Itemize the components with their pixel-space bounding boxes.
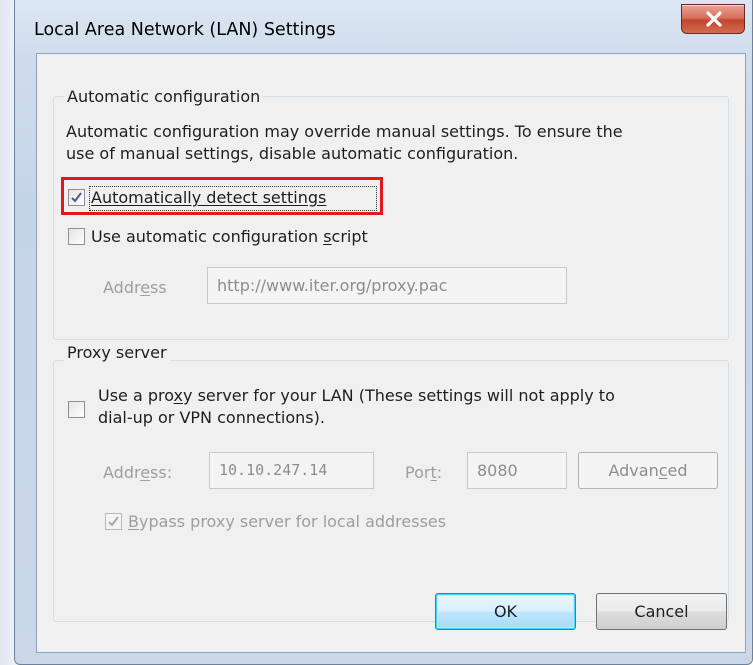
proxy-address-label-part: Addr — [103, 463, 141, 482]
dialog-title: Local Area Network (LAN) Settings — [34, 20, 336, 40]
lan-settings-dialog: Local Area Network (LAN) Settings Automa… — [14, 0, 753, 665]
use-proxy-label-part: y server for your LAN (These settings wi… — [183, 386, 615, 405]
bypass-local-checkbox[interactable] — [105, 513, 122, 530]
config-script-checkbox[interactable] — [68, 228, 85, 245]
proxy-address-label: Address: — [103, 462, 172, 483]
use-proxy-label-line1[interactable]: Use a proxy server for your LAN (These s… — [98, 385, 615, 406]
script-address-field[interactable]: http://www.iter.org/proxy.pac — [207, 267, 567, 304]
config-script-label-part: Use automatic configuration — [91, 227, 324, 246]
dialog-body: Automatic configuration Automatic config… — [36, 53, 746, 653]
proxy-port-field[interactable]: 8080 — [467, 452, 567, 489]
bypass-local-label-mnemonic: B — [128, 512, 139, 531]
use-proxy-checkbox[interactable] — [68, 401, 85, 418]
auto-config-description-line2: use of manual settings, disable automati… — [66, 144, 519, 163]
close-button[interactable] — [681, 4, 745, 34]
advanced-label-part: Advan — [608, 461, 659, 480]
script-address-label-mnemonic: e — [140, 278, 151, 297]
config-script-label[interactable]: Use automatic configuration script — [91, 226, 368, 247]
bypass-local-label-part: ypass proxy server for local addresses — [138, 512, 447, 531]
proxy-address-field[interactable]: 10.10.247.14 — [209, 452, 374, 489]
close-icon — [706, 11, 722, 27]
proxy-address-label-mnemonic: e — [140, 463, 151, 482]
proxy-server-legend: Proxy server — [64, 343, 170, 363]
config-script-label-part: cript — [331, 227, 368, 246]
use-proxy-label-mnemonic: x — [173, 386, 184, 405]
ok-button[interactable]: OK — [435, 593, 576, 630]
proxy-port-label-part: : — [436, 463, 443, 482]
script-address-label: Address — [103, 277, 167, 298]
use-proxy-label-line2[interactable]: dial-up or VPN connections). — [98, 407, 325, 428]
proxy-port-label-part: Por — [405, 463, 431, 482]
proxy-address-label-part: ss: — [150, 463, 173, 482]
config-script-label-mnemonic: s — [323, 227, 332, 246]
advanced-label-part: ed — [667, 461, 688, 480]
use-proxy-label-part: Use a pro — [98, 386, 174, 405]
advanced-label-mnemonic: c — [658, 461, 668, 480]
annotation-highlight-box — [61, 177, 383, 215]
script-address-label-part: Addr — [103, 278, 141, 297]
checkmark-icon — [108, 516, 119, 527]
auto-config-description-line1: Automatic configuration may override man… — [66, 122, 623, 141]
auto-config-legend: Automatic configuration — [64, 87, 264, 107]
cancel-button[interactable]: Cancel — [596, 593, 727, 630]
advanced-button[interactable]: Advanced — [578, 452, 718, 489]
bypass-local-label[interactable]: Bypass proxy server for local addresses — [128, 511, 446, 532]
script-address-label-part: ss — [150, 278, 167, 297]
proxy-port-label: Port: — [405, 462, 442, 483]
